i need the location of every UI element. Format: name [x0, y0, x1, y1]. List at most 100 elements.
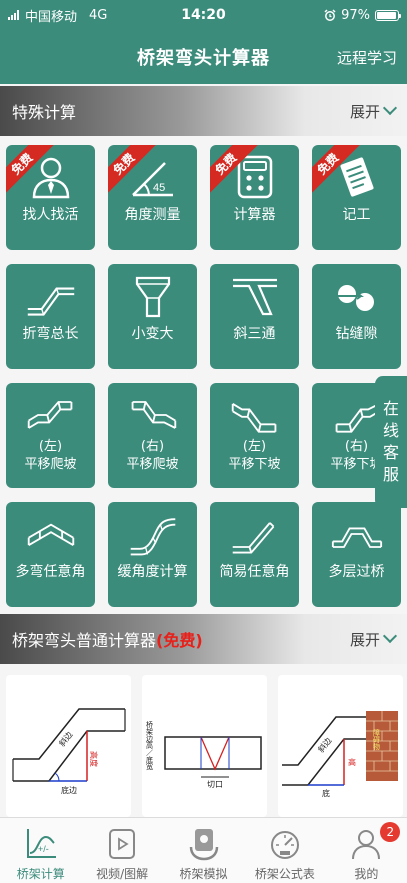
tile-label: 缓角度计算 — [117, 564, 188, 580]
card-obstacle-diagram[interactable]: 斜边 高 底 障碍物 — [278, 675, 403, 817]
user-icon — [348, 826, 384, 862]
label-obstacle: 障碍物 — [373, 728, 381, 751]
tile-label: (右) — [344, 439, 369, 454]
tile-label: 记工 — [342, 207, 371, 223]
bend-length-icon — [25, 274, 77, 318]
battery-icon — [375, 9, 401, 21]
special-section-header: 特殊计算 展开 — [0, 86, 407, 136]
tile-sublabel: 平移爬坡 — [126, 457, 179, 472]
tab-label: 桥架公式表 — [254, 867, 315, 881]
tab-tray-calc[interactable]: +/- 桥架计算 — [0, 818, 81, 883]
svg-text:+/-: +/- — [38, 844, 49, 854]
tile-label: 角度测量 — [124, 207, 181, 223]
gentle-angle-icon — [127, 512, 179, 556]
tile-sublabel: 平移下坡 — [228, 457, 281, 472]
angle-value: 45 — [153, 182, 165, 194]
cut-diagram: 桥架边高／底宽 切口 — [145, 720, 262, 789]
hand-device-icon — [186, 826, 222, 862]
tile-bend-length[interactable]: 折弯总长 — [6, 264, 95, 369]
tool-grid: 免费 找人找活 免费 45 角度测量 免费 计算器 免费 记工 折弯总长 小变大… — [6, 145, 402, 607]
tile-gentle-angle[interactable]: 缓角度计算 — [108, 502, 197, 607]
tile-shift-climb-left[interactable]: (左) 平移爬坡 — [6, 383, 95, 488]
tab-label: 我的 — [354, 867, 379, 881]
tab-formula[interactable]: 桥架公式表 — [244, 818, 325, 883]
tab-profile[interactable]: 2 我的 — [326, 818, 407, 883]
shift-climb-left-icon — [25, 393, 77, 437]
label-high: 高 — [348, 757, 356, 767]
normal-expand-button[interactable]: 展开 — [349, 628, 398, 650]
free-tag: (免费) — [156, 631, 203, 650]
tile-shift-climb-right[interactable]: (右) 平移爬坡 — [108, 383, 197, 488]
label-height: 高度 — [89, 751, 99, 767]
tile-label: 多层过桥 — [328, 564, 385, 580]
tile-label: 简易任意角 — [219, 564, 290, 580]
multi-bridge-icon — [331, 512, 383, 556]
tab-label: 桥架模拟 — [179, 867, 228, 881]
remote-learning-button[interactable]: 远程学习 — [337, 47, 397, 68]
card-cut-diagram[interactable]: 桥架边高／底宽 切口 — [142, 675, 267, 817]
tab-label: 视频/图解 — [96, 867, 149, 881]
special-section-title: 特殊计算 — [12, 103, 77, 122]
tab-video[interactable]: 视频/图解 — [81, 818, 162, 883]
clock: 14:20 — [181, 7, 226, 23]
expand-label: 展开 — [349, 102, 380, 121]
chart-icon: +/- — [23, 826, 59, 862]
tile-angle-measure[interactable]: 免费 45 角度测量 — [108, 145, 197, 250]
tile-oblique-tee[interactable]: 斜三通 — [210, 264, 299, 369]
multi-bend-icon — [25, 512, 77, 556]
label-base: 底边 — [61, 785, 77, 795]
oblique-tee-icon — [229, 274, 281, 318]
chevron-down-icon — [382, 628, 398, 644]
shift-down-left-icon — [229, 393, 281, 437]
tile-label: 找人找活 — [22, 207, 79, 223]
label-low: 底 — [322, 788, 330, 798]
tile-multi-bridge[interactable]: 多层过桥 — [312, 502, 401, 607]
tab-bar: +/- 桥架计算 视频/图解 桥架模拟 桥架公式表 2 我的 — [0, 817, 407, 883]
tile-label: 多弯任意角 — [15, 564, 86, 580]
normal-section-header: 桥架弯头普通计算器(免费) 展开 — [0, 614, 407, 664]
tile-label: 折弯总长 — [22, 326, 79, 342]
tile-label: 斜三通 — [233, 326, 276, 342]
label-cut: 切口 — [207, 780, 223, 789]
tile-sublabel: 平移爬坡 — [24, 457, 77, 472]
tile-drill-gap[interactable]: 钻缝隙 — [312, 264, 401, 369]
simple-angle-icon — [229, 512, 281, 556]
special-expand-button[interactable]: 展开 — [349, 100, 398, 122]
notification-badge: 2 — [380, 822, 401, 842]
tile-multi-bend[interactable]: 多弯任意角 — [6, 502, 95, 607]
tile-work-log[interactable]: 免费 记工 — [312, 145, 401, 250]
calculator-cards: 斜边 高度 底边 桥架边高／底宽 切口 斜边 高 底 障碍物 — [6, 675, 407, 817]
video-icon — [104, 826, 140, 862]
status-bar: 中国移动 4G 14:20 97% — [0, 0, 407, 30]
tile-label: (左) — [242, 439, 267, 454]
tile-find-people[interactable]: 免费 找人找活 — [6, 145, 95, 250]
tab-simulation[interactable]: 桥架模拟 — [163, 818, 244, 883]
nav-bar: 桥架弯头计算器 远程学习 — [0, 30, 407, 84]
chevron-down-icon — [382, 100, 398, 116]
online-service-label: 在线客服 — [382, 399, 399, 484]
reducer-icon — [127, 274, 179, 318]
expand-label: 展开 — [349, 630, 380, 649]
gauge-icon — [267, 826, 303, 862]
tile-simple-angle[interactable]: 简易任意角 — [210, 502, 299, 607]
offset-diagram: 斜边 高度 底边 — [11, 708, 126, 795]
tile-shift-down-left[interactable]: (左) 平移下坡 — [210, 383, 299, 488]
obstacle-diagram: 斜边 高 底 障碍物 — [282, 711, 398, 798]
tile-calculator[interactable]: 免费 计算器 — [210, 145, 299, 250]
tile-label: (右) — [140, 439, 165, 454]
tile-label: 钻缝隙 — [335, 326, 378, 342]
card-offset-diagram[interactable]: 斜边 高度 底边 — [6, 675, 131, 817]
normal-section-title: 桥架弯头普通计算器(免费) — [12, 627, 203, 651]
tile-label: 计算器 — [233, 207, 276, 223]
tab-label: 桥架计算 — [16, 867, 65, 881]
online-service-button[interactable]: 在线客服 — [375, 376, 407, 508]
page-title: 桥架弯头计算器 — [137, 48, 270, 69]
label-edge-height: 桥架边高／底宽 — [145, 720, 153, 771]
tile-reducer[interactable]: 小变大 — [108, 264, 197, 369]
gap-icon — [331, 274, 383, 318]
normal-section-title-text: 桥架弯头普通计算器 — [12, 631, 157, 650]
tile-label: (左) — [38, 439, 63, 454]
shift-climb-right-icon — [127, 393, 179, 437]
tile-label: 小变大 — [131, 326, 174, 342]
label-hypotenuse: 斜边 — [56, 729, 74, 748]
